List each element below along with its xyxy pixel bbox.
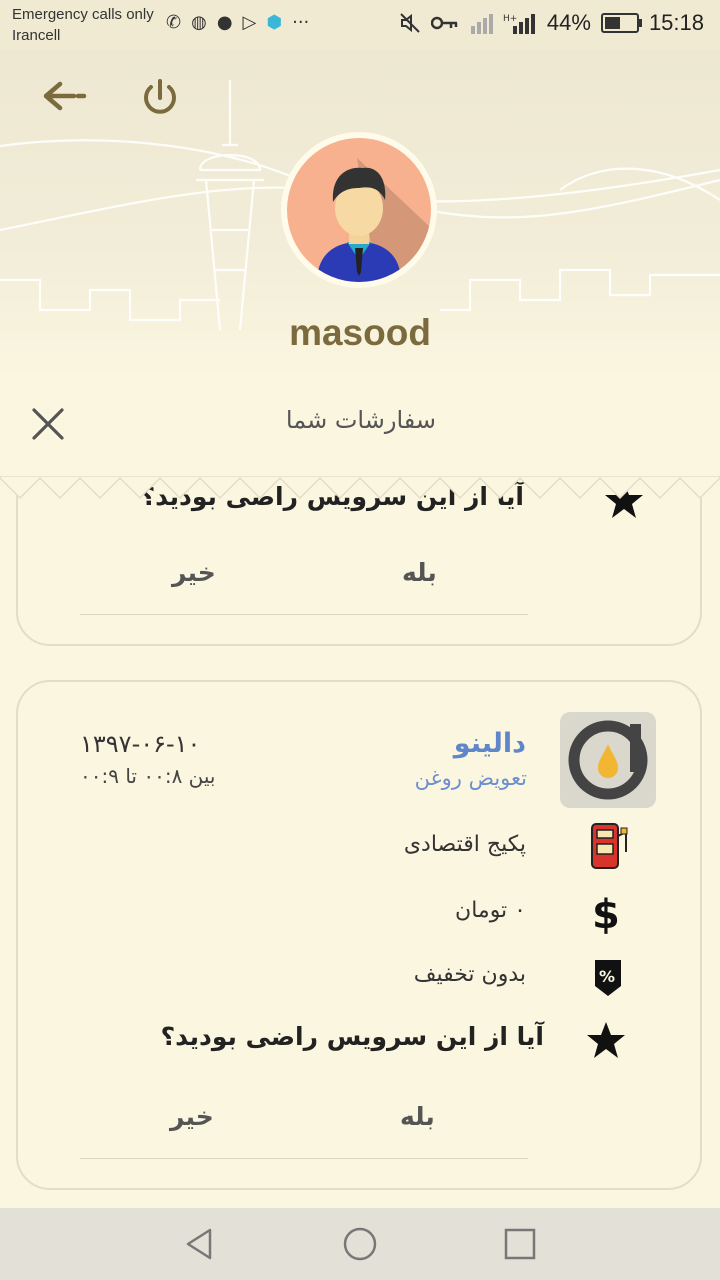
price: ۰ تومان bbox=[455, 898, 526, 923]
divider bbox=[80, 1158, 528, 1159]
chat-icon: ● bbox=[216, 12, 233, 33]
order-date: ۱۳۹۷-۰۶-۱۰ bbox=[80, 730, 201, 758]
yes-button[interactable]: بله bbox=[402, 558, 437, 587]
discount: بدون تخفیف bbox=[413, 962, 526, 987]
no-button[interactable]: خیر bbox=[172, 558, 216, 587]
avatar bbox=[281, 132, 437, 288]
yes-button[interactable]: بله bbox=[400, 1102, 435, 1131]
svg-text:H+: H+ bbox=[503, 14, 517, 24]
fuel-pump-icon bbox=[588, 822, 628, 870]
carrier-line-1: Emergency calls only bbox=[12, 6, 154, 23]
nav-back-button[interactable] bbox=[182, 1226, 218, 1262]
user-avatar-icon bbox=[287, 138, 431, 282]
order-time-window: بین ۰۰:۸ تا ۰۰:۹ bbox=[80, 764, 216, 788]
divider bbox=[80, 614, 528, 615]
nav-home-icon bbox=[343, 1227, 377, 1261]
zigzag-edge bbox=[0, 476, 720, 500]
dollar-icon: $ bbox=[588, 890, 628, 938]
page-title: سفارشات شما bbox=[285, 406, 436, 434]
discount-tag-icon: % bbox=[588, 954, 628, 1002]
more-icon: ··· bbox=[292, 12, 310, 33]
key-icon bbox=[430, 16, 458, 30]
no-button[interactable]: خیر bbox=[170, 1102, 214, 1131]
nav-home-button[interactable] bbox=[342, 1226, 378, 1262]
svg-text:%: % bbox=[599, 967, 615, 986]
clock: 15:18 bbox=[648, 10, 704, 35]
company-name[interactable]: دالینو bbox=[454, 728, 526, 759]
package-name: پکیج اقتصادی bbox=[403, 832, 526, 857]
notification-icons: ✆ ◍ ● ▷ ⬢ ··· bbox=[166, 12, 309, 33]
nav-recents-icon bbox=[504, 1228, 536, 1260]
carrier-line-2: Irancell bbox=[12, 27, 61, 44]
svg-text:$: $ bbox=[592, 892, 620, 938]
status-bar: Emergency calls only Irancell ✆ ◍ ● ▷ ⬢ … bbox=[0, 0, 720, 50]
system-nav-bar bbox=[0, 1208, 720, 1280]
play-store-icon: ▷ bbox=[242, 12, 257, 33]
vpn-key-icon: ⬢ bbox=[266, 12, 283, 33]
system-status: H+ 44% 15:18 bbox=[399, 10, 704, 36]
orders-title-bar: سفارشات شما bbox=[0, 380, 720, 476]
satisfaction-question: آیا از این سرویس راضی بودید؟ bbox=[160, 1022, 544, 1051]
nav-recents-button[interactable] bbox=[502, 1226, 538, 1262]
close-button[interactable] bbox=[28, 404, 68, 444]
power-icon bbox=[144, 79, 176, 114]
nav-back-icon bbox=[186, 1228, 212, 1260]
battery-percent: 44% bbox=[546, 10, 591, 35]
whatsapp-icon: ◍ bbox=[191, 12, 207, 33]
mute-icon bbox=[400, 13, 420, 33]
back-button[interactable] bbox=[40, 76, 90, 116]
missed-call-icon: ✆ bbox=[166, 12, 182, 33]
orders-list[interactable]: آیا از این سرویس راضی بودید؟ بله خیر دال… bbox=[0, 476, 720, 1208]
carrier-info: Emergency calls only Irancell bbox=[12, 4, 154, 46]
dalino-logo bbox=[560, 712, 656, 808]
logout-button[interactable] bbox=[138, 76, 182, 120]
no-signal-icon bbox=[470, 14, 493, 34]
signal-icon: H+ bbox=[503, 14, 535, 34]
back-arrow-icon bbox=[43, 81, 87, 111]
username: masood bbox=[289, 312, 431, 353]
service-name: تعویض روغن bbox=[414, 766, 527, 790]
close-icon bbox=[32, 408, 64, 440]
battery-icon bbox=[600, 13, 642, 33]
star-icon bbox=[586, 1020, 626, 1060]
profile-header: masood bbox=[0, 50, 720, 380]
